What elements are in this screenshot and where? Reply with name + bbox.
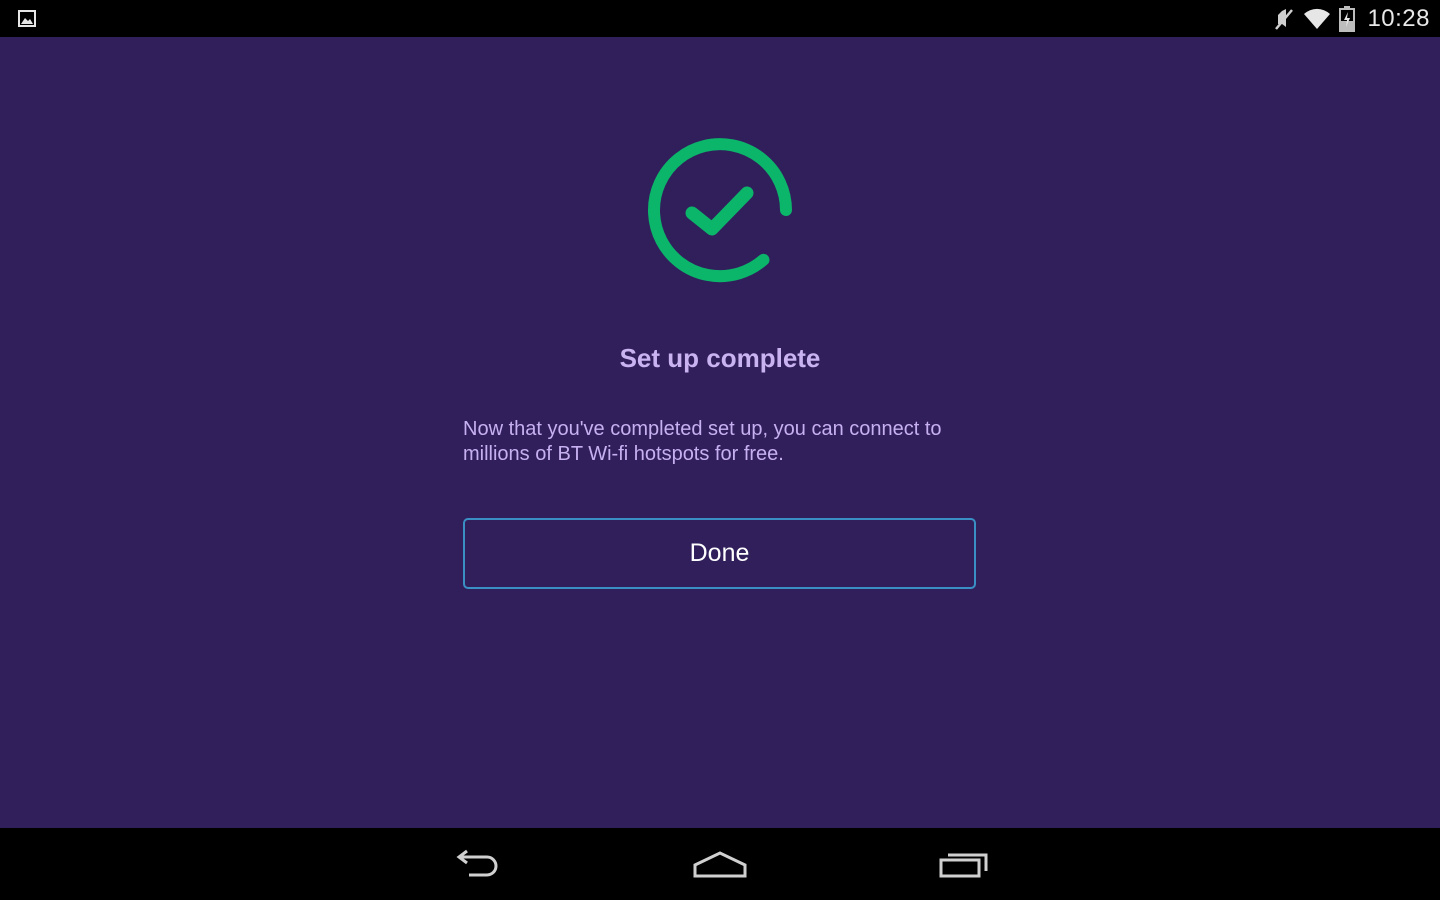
home-icon[interactable] [680,842,760,886]
mute-icon [1273,7,1295,31]
image-notification-icon [18,10,36,27]
success-check-circle-icon [645,135,795,285]
navigation-bar [0,828,1440,900]
recents-icon[interactable] [924,842,1004,886]
done-button[interactable]: Done [463,518,976,589]
setup-complete-screen: Set up complete Now that you've complete… [0,37,1440,828]
screen: 10:28 Set up complete Now that you've co… [0,0,1440,900]
back-icon[interactable] [437,842,517,886]
page-title: Set up complete [619,343,821,373]
status-time: 10:28 [1367,4,1430,32]
status-bar: 10:28 [0,0,1440,37]
wifi-icon [1303,8,1331,30]
setup-message: Now that you've completed set up, you ca… [463,418,942,465]
status-icons: 10:28 [1273,0,1430,37]
battery-charging-icon [1339,5,1356,32]
